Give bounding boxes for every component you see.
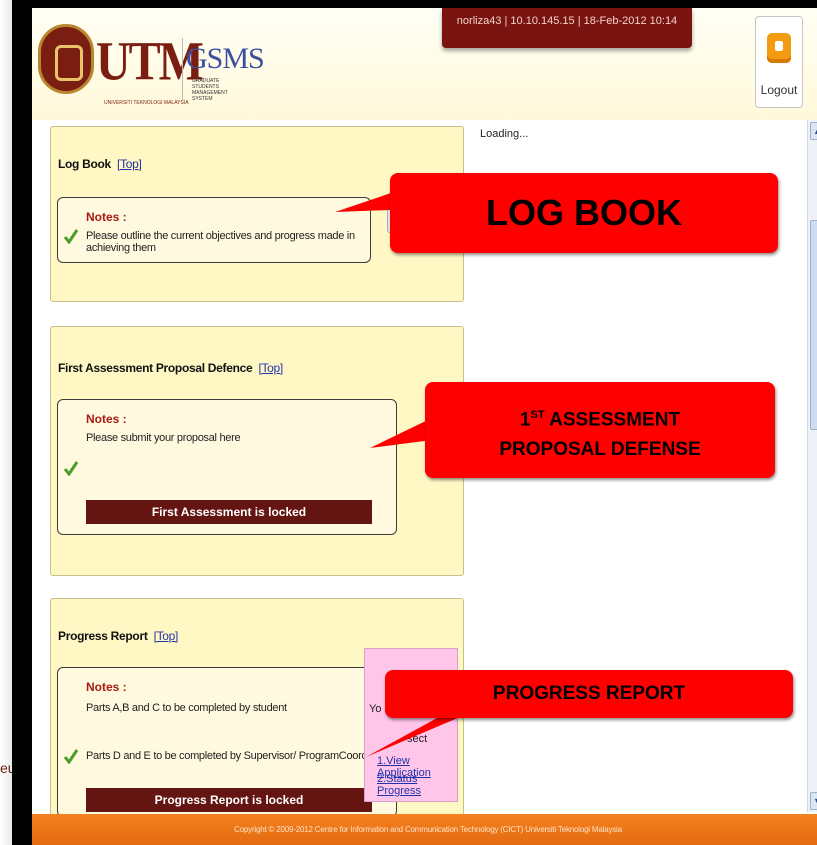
log-book-callout: LOG BOOK — [390, 173, 778, 253]
assessment-pointer — [370, 418, 432, 448]
progress-report-callout: PROGRESS REPORT — [385, 670, 793, 718]
assessment-callout-line1: 1ST ASSESSMENT — [519, 409, 681, 431]
assessment-callout-line2: PROPOSAL DEFENSE — [499, 439, 701, 461]
assessment-callout: 1ST ASSESSMENT PROPOSAL DEFENSE — [425, 382, 775, 478]
